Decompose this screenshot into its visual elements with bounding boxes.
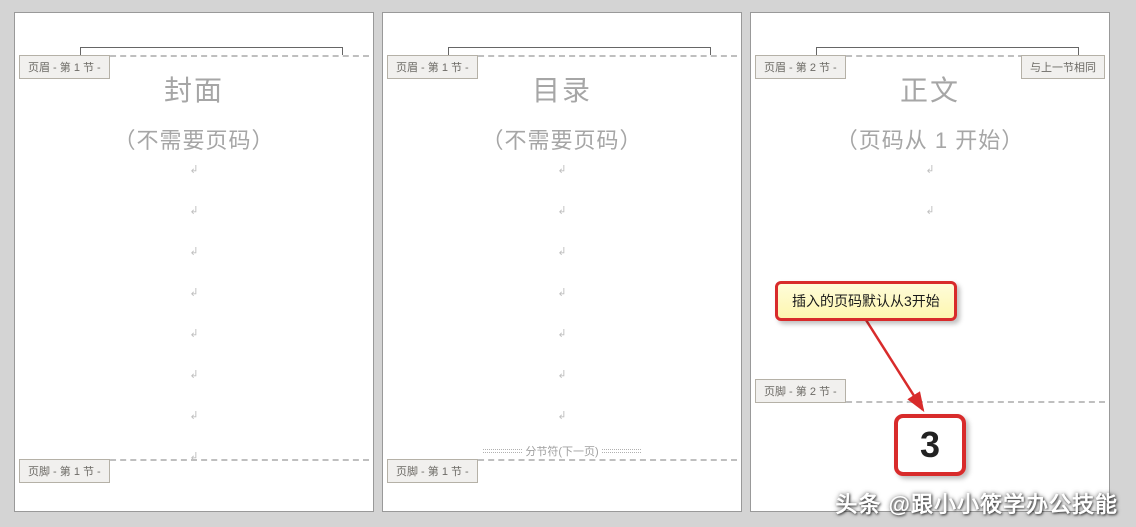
page-title: 正文 bbox=[751, 69, 1109, 109]
footer-section-tag: 页脚 - 第 1 节 - bbox=[19, 459, 110, 483]
page-toc: 页眉 - 第 1 节 - 目录 （不需要页码） ↲↲↲↲↲↲↲ 分节符(下一页)… bbox=[382, 12, 742, 512]
section-break: 分节符(下一页) bbox=[383, 443, 741, 459]
page-cover: 页眉 - 第 1 节 - 封面 （不需要页码） ↲↲↲↲↲↲↲↲ 页脚 - 第 … bbox=[14, 12, 374, 512]
page-number: 3 bbox=[920, 424, 940, 466]
footer-section-tag: 页脚 - 第 2 节 - bbox=[755, 379, 846, 403]
watermark-text: 头条 @跟小小筱学办公技能 bbox=[835, 487, 1118, 519]
arrow-icon bbox=[861, 315, 941, 425]
paragraph-marks: ↲↲ bbox=[751, 163, 1109, 217]
section-break-label: 分节符(下一页) bbox=[525, 443, 598, 459]
page-subtitle: （不需要页码） bbox=[15, 123, 373, 155]
page-subtitle: （页码从 1 开始） bbox=[751, 123, 1109, 155]
page-number-highlight: 3 bbox=[894, 414, 966, 476]
page-content: 目录 （不需要页码） bbox=[383, 69, 741, 155]
header-rule bbox=[448, 47, 711, 55]
footer-section-tag: 页脚 - 第 1 节 - bbox=[387, 459, 478, 483]
paragraph-marks: ↲↲↲↲↲↲↲ bbox=[383, 163, 741, 422]
page-body: 页眉 - 第 2 节 - 与上一节相同 正文 （页码从 1 开始） ↲↲ 插入的… bbox=[750, 12, 1110, 512]
header-rule bbox=[816, 47, 1079, 55]
header-rule bbox=[80, 47, 343, 55]
page-subtitle: （不需要页码） bbox=[383, 123, 741, 155]
page-content: 正文 （页码从 1 开始） bbox=[751, 69, 1109, 155]
paragraph-marks: ↲↲↲↲↲↲↲↲ bbox=[15, 163, 373, 463]
page-title: 目录 bbox=[383, 69, 741, 109]
page-content: 封面 （不需要页码） bbox=[15, 69, 373, 155]
annotation-callout: 插入的页码默认从3开始 bbox=[775, 281, 957, 321]
page-title: 封面 bbox=[15, 69, 373, 109]
